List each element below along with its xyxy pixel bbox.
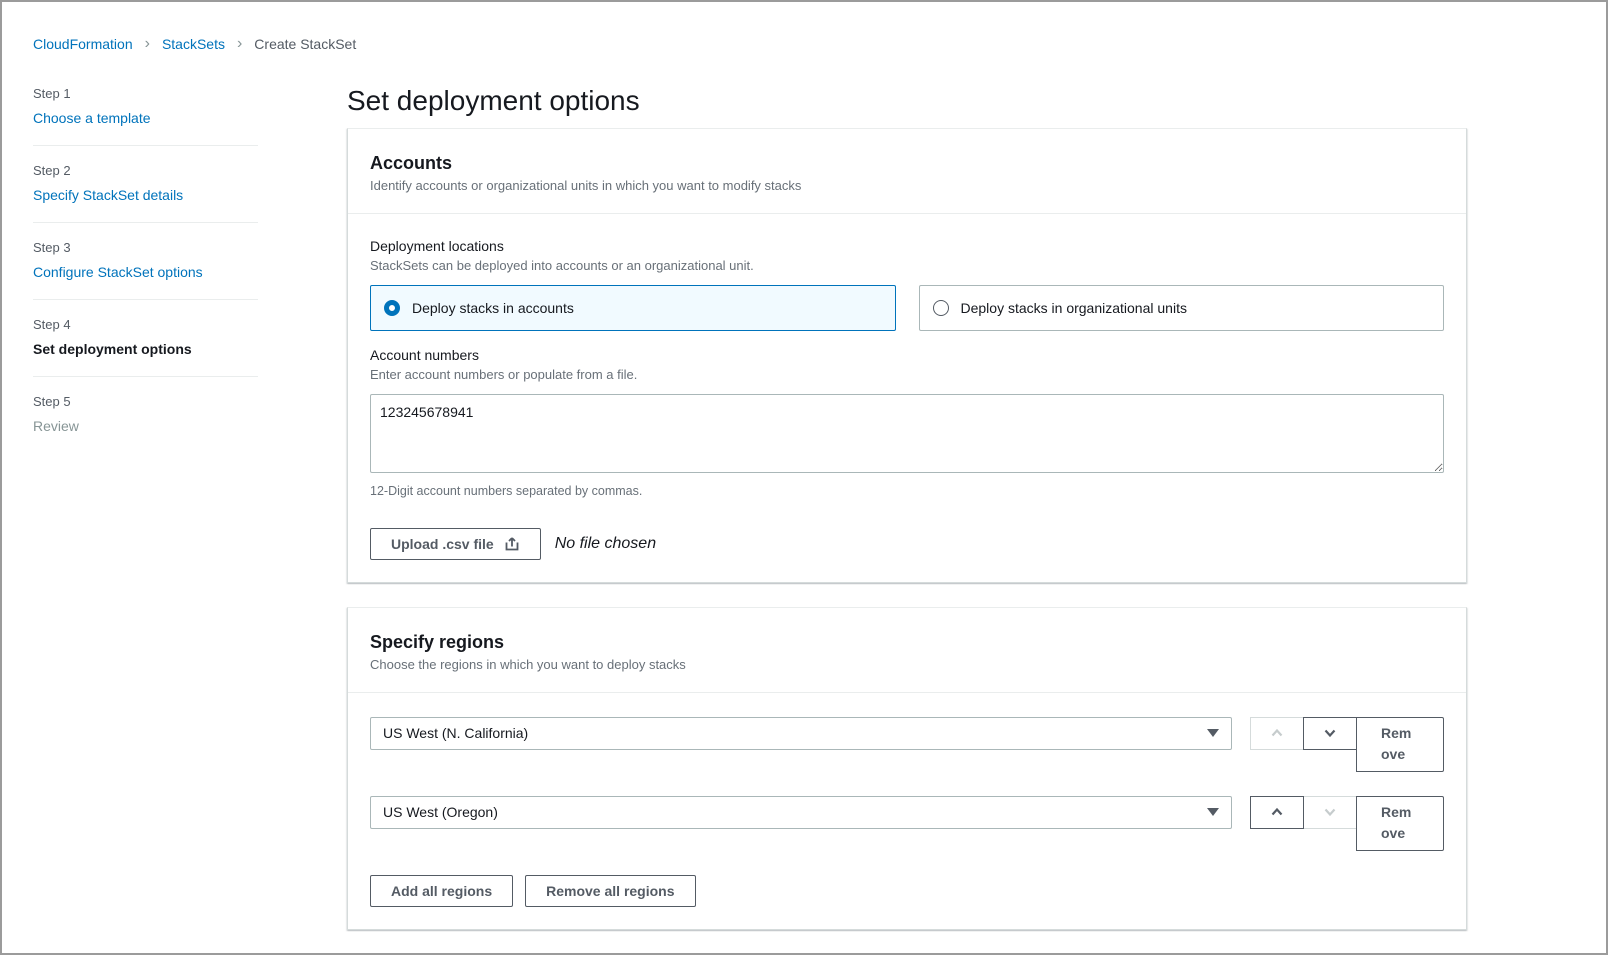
move-region-down-button[interactable]: [1303, 796, 1357, 829]
step-number: Step 1: [33, 86, 258, 101]
upload-csv-button-label: Upload .csv file: [391, 536, 494, 552]
radio-deploy-stacks-in-accounts[interactable]: Deploy stacks in accounts: [370, 285, 896, 331]
regions-card-header: Specify regions Choose the regions in wh…: [348, 608, 1466, 693]
chevron-up-icon: [1269, 804, 1285, 820]
accounts-card-title: Accounts: [370, 153, 1444, 174]
region-row: US West (Oregon): [370, 796, 1444, 851]
wizard-steps: Step 1 Choose a template Step 2 Specify …: [33, 84, 258, 954]
deployment-locations-field: Deployment locations StackSets can be de…: [370, 238, 1444, 331]
remove-all-regions-button[interactable]: Remove all regions: [525, 875, 695, 907]
main-layout: Step 1 Choose a template Step 2 Specify …: [2, 52, 1606, 954]
sidebar-step-review-disabled: Review: [33, 418, 258, 434]
caret-down-icon: [1207, 729, 1219, 737]
breadcrumb: CloudFormation › StackSets › Create Stac…: [2, 2, 1606, 52]
region-select-1[interactable]: US West (N. California): [370, 717, 1232, 750]
region-row: US West (N. California): [370, 717, 1444, 772]
account-numbers-field: Account numbers Enter account numbers or…: [370, 347, 1444, 498]
account-numbers-description: Enter account numbers or populate from a…: [370, 367, 1444, 382]
sidebar-step-configure-options[interactable]: Configure StackSet options: [33, 264, 258, 280]
wizard-step-1: Step 1 Choose a template: [33, 84, 258, 146]
regions-card-title: Specify regions: [370, 632, 1444, 653]
remove-region-label: Remove: [1381, 723, 1419, 765]
step-number: Step 3: [33, 240, 258, 255]
move-region-up-button[interactable]: [1250, 717, 1304, 750]
breadcrumb-link-cloudformation[interactable]: CloudFormation: [33, 36, 133, 52]
wizard-step-4: Step 4 Set deployment options: [33, 300, 258, 377]
upload-icon: [504, 536, 520, 552]
accounts-card-body: Deployment locations StackSets can be de…: [348, 214, 1466, 582]
radio-deploy-stacks-in-organizational-units[interactable]: Deploy stacks in organizational units: [919, 285, 1445, 331]
sidebar-step-set-deployment-current: Set deployment options: [33, 341, 258, 357]
wizard-step-3: Step 3 Configure StackSet options: [33, 223, 258, 300]
step-number: Step 4: [33, 317, 258, 332]
caret-down-icon: [1207, 808, 1219, 816]
wizard-step-2: Step 2 Specify StackSet details: [33, 146, 258, 223]
radio-option-label: Deploy stacks in accounts: [412, 300, 574, 316]
chevron-down-icon: [1322, 804, 1338, 820]
account-numbers-input[interactable]: 123245678941: [370, 394, 1444, 473]
step-number: Step 2: [33, 163, 258, 178]
account-numbers-label: Account numbers: [370, 347, 1444, 363]
wizard-step-5: Step 5 Review: [33, 377, 258, 453]
deployment-locations-description: StackSets can be deployed into accounts …: [370, 258, 1444, 273]
move-region-down-button[interactable]: [1303, 717, 1357, 750]
regions-card-body: US West (N. California): [348, 693, 1466, 929]
move-region-up-button[interactable]: [1250, 796, 1304, 829]
region-select-value: US West (N. California): [383, 725, 528, 741]
deployment-locations-label: Deployment locations: [370, 238, 1444, 254]
page: CloudFormation › StackSets › Create Stac…: [2, 2, 1606, 955]
deployment-location-options: Deploy stacks in accounts Deploy stacks …: [370, 285, 1444, 331]
chevron-down-icon: [1322, 725, 1338, 741]
add-all-regions-button[interactable]: Add all regions: [370, 875, 513, 907]
breadcrumb-current: Create StackSet: [254, 36, 356, 52]
screenshot-frame: CloudFormation › StackSets › Create Stac…: [0, 0, 1608, 955]
region-actions: Add all regions Remove all regions: [370, 875, 1444, 907]
chevron-up-icon: [1269, 725, 1285, 741]
accounts-card-header: Accounts Identify accounts or organizati…: [348, 129, 1466, 214]
step-number: Step 5: [33, 394, 258, 409]
main-content: Set deployment options Accounts Identify…: [347, 84, 1467, 954]
page-title: Set deployment options: [347, 84, 1467, 118]
breadcrumb-link-stacksets[interactable]: StackSets: [162, 36, 225, 52]
regions-card: Specify regions Choose the regions in wh…: [347, 607, 1467, 930]
remove-region-button[interactable]: Remove: [1356, 796, 1444, 851]
radio-option-label: Deploy stacks in organizational units: [961, 300, 1187, 316]
upload-csv-button[interactable]: Upload .csv file: [370, 528, 541, 560]
remove-region-label: Remove: [1381, 802, 1419, 844]
regions-card-description: Choose the regions in which you want to …: [370, 657, 1444, 672]
move-button-group: [1250, 717, 1357, 750]
accounts-card-description: Identify accounts or organizational unit…: [370, 178, 1444, 193]
sidebar-step-choose-template[interactable]: Choose a template: [33, 110, 258, 126]
accounts-card: Accounts Identify accounts or organizati…: [347, 128, 1467, 583]
radio-unselected-icon: [933, 300, 949, 316]
region-select-value: US West (Oregon): [383, 804, 498, 820]
file-chosen-status: No file chosen: [555, 535, 656, 553]
remove-region-button[interactable]: Remove: [1356, 717, 1444, 772]
radio-selected-icon: [384, 300, 400, 316]
region-select-2[interactable]: US West (Oregon): [370, 796, 1232, 829]
sidebar-step-specify-details[interactable]: Specify StackSet details: [33, 187, 258, 203]
move-button-group: [1250, 796, 1357, 829]
account-numbers-hint: 12-Digit account numbers separated by co…: [370, 484, 1444, 498]
chevron-right-icon: ›: [145, 37, 150, 51]
chevron-right-icon: ›: [237, 37, 242, 51]
upload-row: Upload .csv file No file chosen: [370, 528, 1444, 560]
